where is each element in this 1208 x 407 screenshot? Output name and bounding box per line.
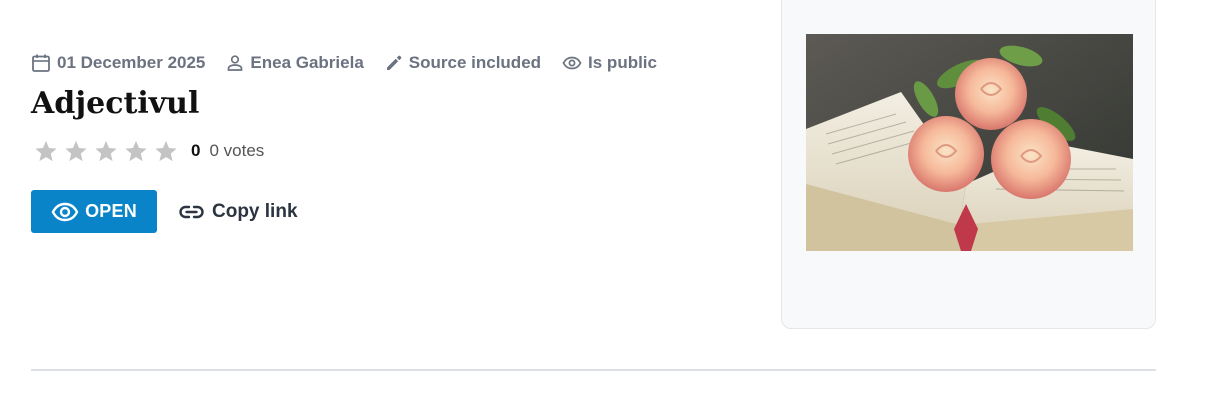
meta-source: Source included	[385, 53, 541, 73]
open-button-label: OPEN	[85, 201, 137, 221]
cover-image[interactable]	[806, 34, 1133, 251]
copy-link-button[interactable]: Copy link	[178, 198, 298, 226]
meta-date: 01 December 2025	[31, 53, 205, 73]
person-icon	[228, 55, 243, 71]
eye-icon	[562, 56, 582, 70]
link-icon	[179, 205, 204, 219]
meta-visibility: Is public	[562, 53, 657, 73]
star-rating[interactable]	[31, 137, 181, 165]
document-card: 01 December 2025 Enea Gabriela Source in…	[0, 0, 1208, 407]
star-icon[interactable]	[151, 137, 181, 165]
meta-source-label: Source included	[408, 53, 542, 72]
rating-value: 0	[191, 141, 201, 160]
page-title: Adjectivul	[31, 86, 200, 121]
pencil-icon	[386, 55, 402, 70]
open-button[interactable]: OPEN	[31, 190, 157, 233]
star-icon[interactable]	[61, 137, 91, 165]
meta-author-label: Enea Gabriela	[250, 53, 364, 72]
meta-date-label: 01 December 2025	[57, 53, 206, 72]
roses-on-book-illustration	[806, 34, 1133, 251]
star-icon[interactable]	[31, 137, 61, 165]
meta-row: 01 December 2025 Enea Gabriela Source in…	[31, 51, 678, 75]
divider	[31, 369, 1156, 371]
star-icon[interactable]	[121, 137, 151, 165]
meta-visibility-label: Is public	[588, 53, 657, 72]
meta-author: Enea Gabriela	[226, 53, 364, 73]
rating-row: 0 0 votes	[31, 137, 264, 165]
star-icon[interactable]	[91, 137, 121, 165]
calendar-icon	[32, 54, 50, 72]
eye-icon	[51, 202, 79, 221]
rating-votes: 0 votes	[209, 141, 265, 160]
copy-link-label: Copy link	[212, 201, 298, 222]
